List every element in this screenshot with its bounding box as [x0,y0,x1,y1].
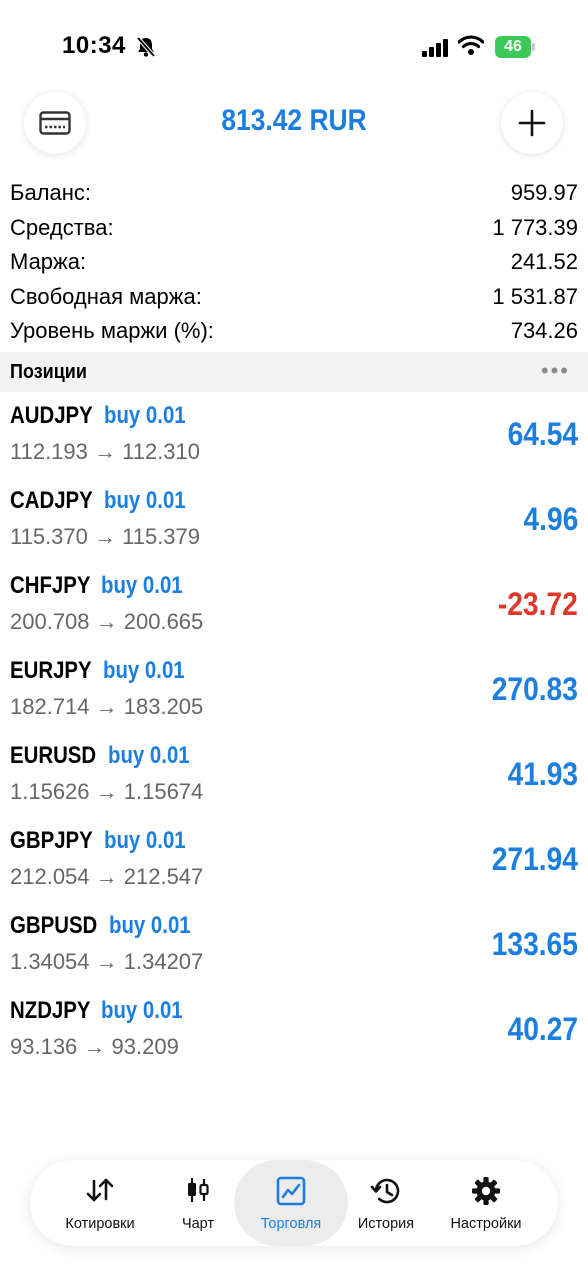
position-side: buy 0.01 [101,997,183,1024]
summary-value: 241.52 [510,249,578,275]
status-time: 10:34 [62,32,126,59]
quotes-arrows-icon [85,1176,115,1209]
cellular-signal-icon [422,38,450,63]
summary-value: 1 773.39 [492,214,578,240]
tab-label: Настройки [450,1216,522,1232]
position-side: buy 0.01 [108,742,190,769]
battery-level: 46 [495,36,531,58]
bottom-tab-bar: Котировки Чарт Торговля История Настройк… [30,1160,558,1246]
position-symbol: EURUSD [10,742,97,769]
position-row[interactable]: CADJPY buy 0.01 115.370 → 115.379 4.96 [0,477,588,562]
plus-icon [518,109,546,137]
position-symbol: EURJPY [10,657,92,684]
summary-row-balance: Баланс: 959.97 [0,176,588,211]
tab-history[interactable]: История [348,1160,424,1246]
position-profit: 41.93 [507,756,578,792]
tab-label: История [357,1216,415,1232]
position-side: buy 0.01 [104,487,186,514]
status-bar: 10:34 46 [0,0,588,96]
summary-label: Баланс: [10,180,92,206]
positions-section-header: Позиции ••• [0,352,588,392]
position-prices: 200.708 → 200.665 [10,609,204,634]
position-prices: 115.370 → 115.379 [10,524,201,549]
position-row[interactable]: AUDJPY buy 0.01 112.193 → 112.310 64.54 [0,392,588,477]
account-summary: Баланс: 959.97 Средства: 1 773.39 Маржа:… [0,176,588,349]
position-prices: 1.34054 → 1.34207 [10,949,204,974]
position-row[interactable]: EURJPY buy 0.01 182.714 → 183.205 270.83 [0,647,588,732]
candlestick-chart-icon [185,1176,211,1209]
position-side: buy 0.01 [101,572,183,599]
trade-chart-icon [276,1176,306,1211]
position-prices: 212.054 → 212.547 [10,864,204,889]
position-profit: 40.27 [507,1011,578,1047]
wallet-button[interactable] [24,92,86,154]
position-row[interactable]: CHFJPY buy 0.01 200.708 → 200.665 -23.72 [0,562,588,647]
position-row[interactable]: GBPUSD buy 0.01 1.34054 → 1.34207 133.65 [0,902,588,987]
summary-row-free-margin: Свободная маржа: 1 531.87 [0,280,588,315]
tab-chart[interactable]: Чарт [156,1160,240,1246]
tab-trade[interactable]: Торговля [234,1160,348,1246]
position-row[interactable]: GBPJPY buy 0.01 212.054 → 212.547 271.94 [0,817,588,902]
positions-list: AUDJPY buy 0.01 112.193 → 112.310 64.54 … [0,392,588,1072]
position-symbol: CHFJPY [10,572,91,599]
position-prices: 1.15626 → 1.15674 [10,779,204,804]
position-profit: -23.72 [498,586,578,622]
position-side: buy 0.01 [104,402,186,429]
position-prices: 182.714 → 183.205 [10,694,204,719]
summary-row-equity: Средства: 1 773.39 [0,211,588,246]
position-profit: 64.54 [507,416,578,452]
position-profit: 271.94 [491,841,578,877]
summary-value: 1 531.87 [492,283,578,309]
bell-muted-icon [136,36,156,63]
position-symbol: CADJPY [10,487,93,514]
position-row[interactable]: NZDJPY buy 0.01 93.136 → 93.209 40.27 [0,987,588,1072]
tab-settings[interactable]: Настройки [434,1160,538,1246]
summary-label: Средства: [10,214,114,240]
wifi-icon [457,34,485,61]
position-side: buy 0.01 [109,912,191,939]
position-symbol: GBPJPY [10,827,93,854]
battery-icon: 46 [495,36,535,58]
position-side: buy 0.01 [102,657,185,684]
more-options-icon[interactable]: ••• [541,360,570,382]
position-profit: 4.96 [523,501,578,537]
position-symbol: NZDJPY [10,997,91,1024]
position-profit: 133.65 [491,926,578,962]
position-side: buy 0.01 [104,827,186,854]
summary-label: Маржа: [10,249,87,275]
summary-label: Уровень маржи (%): [10,318,214,344]
position-symbol: AUDJPY [10,402,93,429]
summary-value: 734.26 [510,318,578,344]
position-symbol: GBPUSD [10,912,98,939]
gear-icon [471,1176,501,1211]
position-prices: 93.136 → 93.209 [10,1034,179,1059]
tab-label: Котировки [65,1216,135,1232]
card-icon [39,111,71,135]
new-order-button[interactable] [501,92,563,154]
tab-label: Чарт [181,1216,215,1232]
account-equity-title: 813.42 RUR [221,104,367,137]
position-prices: 112.193 → 112.310 [10,439,201,464]
position-profit: 270.83 [491,671,578,707]
tab-quotes[interactable]: Котировки [44,1160,156,1246]
summary-value: 959.97 [510,180,578,206]
history-clock-icon [370,1176,402,1211]
position-row[interactable]: EURUSD buy 0.01 1.15626 → 1.15674 41.93 [0,732,588,817]
tab-label: Торговля [260,1216,322,1232]
summary-label: Свободная маржа: [10,283,202,309]
summary-row-margin-level: Уровень маржи (%): 734.26 [0,314,588,349]
summary-row-margin: Маржа: 241.52 [0,245,588,280]
positions-title: Позиции [10,361,87,383]
